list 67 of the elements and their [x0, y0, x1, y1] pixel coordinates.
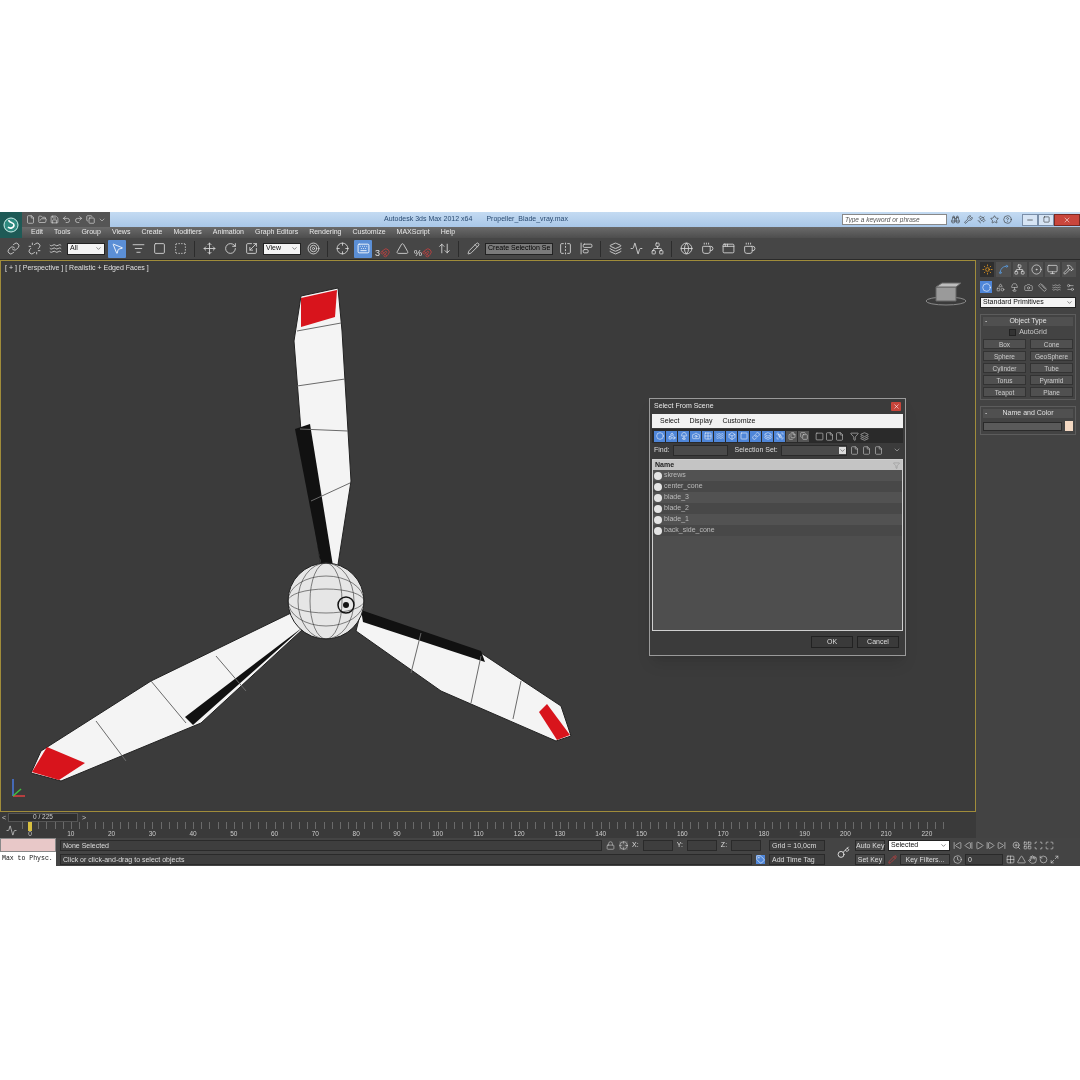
undo-icon[interactable]: [62, 215, 71, 224]
file-icon[interactable]: [849, 445, 859, 455]
caret-icon[interactable]: [893, 446, 901, 454]
file-icon[interactable]: [861, 445, 871, 455]
find-field[interactable]: [672, 444, 728, 456]
x-field[interactable]: [642, 839, 673, 851]
binoculars-icon[interactable]: [951, 215, 960, 224]
checkbox[interactable]: [1009, 329, 1017, 336]
redo-icon[interactable]: [74, 215, 83, 224]
listener-field[interactable]: [0, 838, 56, 852]
file-icon[interactable]: [835, 431, 844, 441]
lock-icon[interactable]: [606, 840, 615, 850]
caret-icon[interactable]: [838, 446, 846, 454]
shapes-button[interactable]: [994, 281, 1006, 293]
maximize-icon[interactable]: [1045, 840, 1054, 850]
z-field[interactable]: [731, 839, 762, 851]
waves-button[interactable]: [1050, 281, 1062, 293]
maximize-icon[interactable]: [1042, 216, 1050, 223]
folder-icon[interactable]: [38, 215, 47, 224]
skip-back-icon[interactable]: [953, 840, 962, 850]
pan-icon[interactable]: [1028, 854, 1037, 864]
axis-icon: [12, 778, 26, 797]
step-forward-icon[interactable]: [986, 840, 995, 850]
help-icon[interactable]: [1003, 215, 1012, 224]
key-icon[interactable]: [836, 845, 850, 859]
sphere-button[interactable]: [980, 281, 992, 293]
gears-button[interactable]: [1064, 281, 1076, 293]
minimize-button[interactable]: [1022, 213, 1038, 226]
wrench-icon[interactable]: [964, 215, 973, 224]
camera-button[interactable]: [1022, 281, 1034, 293]
close-button[interactable]: [1054, 213, 1080, 226]
grid-icon[interactable]: [1023, 840, 1032, 850]
close-button[interactable]: [891, 402, 901, 411]
color-swatch[interactable]: [1065, 421, 1073, 431]
crosshair-icon[interactable]: [619, 840, 628, 850]
tag-icon[interactable]: [756, 854, 765, 864]
file-icon[interactable]: [825, 431, 834, 441]
star-icon[interactable]: [990, 215, 999, 224]
file-icon[interactable]: [26, 215, 35, 224]
copy-icon[interactable]: [86, 215, 95, 224]
maximize-button[interactable]: [1038, 213, 1054, 226]
step-back-icon[interactable]: [964, 840, 973, 850]
y-field[interactable]: [686, 839, 717, 851]
satellite-icon[interactable]: [977, 215, 986, 224]
file-icon[interactable]: [873, 445, 883, 455]
grid-icon[interactable]: [1006, 854, 1015, 864]
app-logo[interactable]: [0, 212, 22, 238]
square-icon[interactable]: [815, 431, 824, 441]
filter-icon[interactable]: [850, 431, 859, 441]
selection-set-dropdown[interactable]: [780, 444, 847, 456]
curve-editor-icon[interactable]: [5, 824, 17, 836]
cube-icon[interactable]: [925, 282, 967, 306]
zoom-icon[interactable]: [1012, 840, 1021, 850]
maximize-icon[interactable]: [1050, 854, 1059, 864]
snap-button[interactable]: 3: [375, 239, 390, 258]
name-field[interactable]: [983, 421, 1062, 431]
clock-icon[interactable]: [953, 854, 962, 864]
skip-forward-icon[interactable]: [997, 840, 1006, 850]
layers-icon[interactable]: [860, 431, 869, 441]
triangle-icon[interactable]: [1017, 854, 1026, 864]
save-icon[interactable]: [50, 215, 59, 224]
snap-button[interactable]: %: [414, 239, 433, 258]
lamp-button[interactable]: [1008, 281, 1020, 293]
frame-icon[interactable]: [1034, 840, 1043, 850]
orbit-icon[interactable]: [1039, 854, 1048, 864]
play-icon[interactable]: [975, 840, 984, 850]
ruler-button[interactable]: [1036, 281, 1048, 293]
